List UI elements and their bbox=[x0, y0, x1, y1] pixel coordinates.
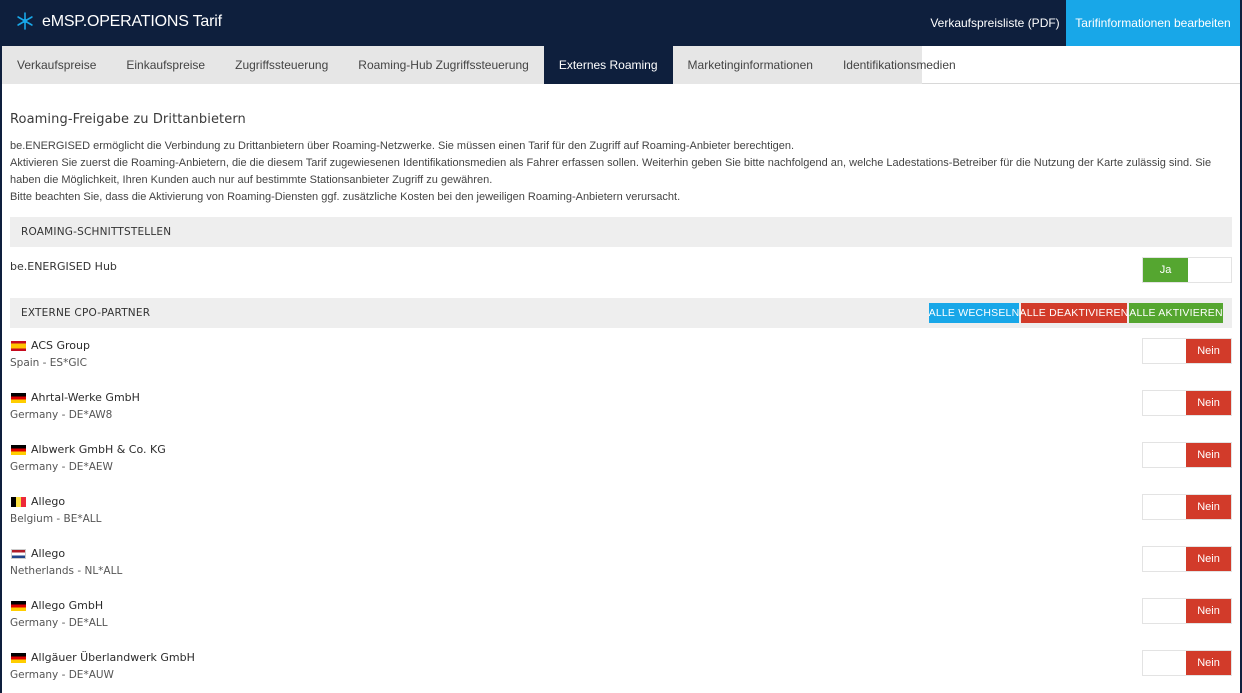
partner-name: Allego GmbH bbox=[31, 599, 104, 612]
partner-name: Allgäuer Überlandwerk GmbH bbox=[31, 651, 195, 664]
partner-name: Ahrtal-Werke GmbH bbox=[31, 391, 140, 404]
toggle-state-label: Nein bbox=[1186, 391, 1231, 415]
hub-toggle[interactable]: Ja bbox=[1142, 257, 1232, 283]
partner-toggle[interactable]: Nein bbox=[1142, 390, 1232, 416]
tab-roaming-hub-access[interactable]: Roaming-Hub Zugriffssteuerung bbox=[343, 46, 544, 84]
germany-flag-icon bbox=[11, 653, 26, 663]
partner-toggle[interactable]: Nein bbox=[1142, 650, 1232, 676]
description: be.ENERGISED ermöglicht die Verbindung z… bbox=[10, 138, 1232, 206]
partner-toggle[interactable]: Nein bbox=[1142, 338, 1232, 364]
cpo-partners-title: EXTERNE CPO-PARTNER bbox=[21, 307, 151, 319]
tab-bar: Verkaufspreise Einkaufspreise Zugriffsst… bbox=[2, 46, 1240, 84]
tab-marketing-info[interactable]: Marketinginformationen bbox=[673, 46, 828, 84]
partner-name: Allego bbox=[31, 495, 66, 508]
toggle-state-label: Nein bbox=[1186, 495, 1231, 519]
partner-country-id: Belgium - BE*ALL bbox=[10, 513, 102, 525]
partner-country-id: Germany - DE*AW8 bbox=[10, 409, 113, 421]
hub-label: be.ENERGISED Hub bbox=[10, 260, 117, 273]
partner-country-id: Germany - DE*AEW bbox=[10, 461, 113, 473]
tab-external-roaming[interactable]: Externes Roaming bbox=[543, 46, 673, 84]
spain-flag-icon bbox=[11, 341, 26, 351]
tab-access-control[interactable]: Zugriffssteuerung bbox=[220, 46, 343, 84]
partner-row: Allego GmbH Germany - DE*ALL Nein bbox=[10, 598, 1232, 651]
cpo-partners-header: EXTERNE CPO-PARTNER ALLE WECHSELN ALLE D… bbox=[10, 298, 1232, 328]
partner-row: Ahrtal-Werke GmbH Germany - DE*AW8 Nein bbox=[10, 390, 1232, 443]
tab-identification-media[interactable]: Identifikationsmedien bbox=[828, 46, 971, 84]
deactivate-all-button[interactable]: ALLE DEAKTIVIEREN bbox=[1019, 303, 1128, 323]
germany-flag-icon bbox=[11, 445, 26, 455]
belgium-flag-icon bbox=[11, 497, 26, 507]
partner-country-id: Spain - ES*GIC bbox=[10, 357, 87, 369]
partner-row: Allgäuer Überlandwerk GmbH Germany - DE*… bbox=[10, 650, 1232, 693]
partner-name: Albwerk GmbH & Co. KG bbox=[31, 443, 166, 456]
partner-name: Allego bbox=[31, 547, 66, 560]
roaming-interfaces-header: ROAMING-SCHNITTSTELLEN bbox=[10, 217, 1232, 247]
partner-row: Allego Netherlands - NL*ALL Nein bbox=[10, 546, 1232, 599]
germany-flag-icon bbox=[11, 601, 26, 611]
partner-toggle[interactable]: Nein bbox=[1142, 442, 1232, 468]
snowflake-logo-icon bbox=[17, 12, 33, 30]
description-line: Bitte beachten Sie, dass die Aktivierung… bbox=[10, 191, 681, 203]
toggle-state-label: Nein bbox=[1186, 599, 1231, 623]
toggle-state-label: Nein bbox=[1186, 651, 1231, 675]
tab-list: Verkaufspreise Einkaufspreise Zugriffsst… bbox=[2, 46, 956, 84]
partner-toggle[interactable]: Nein bbox=[1142, 494, 1232, 520]
partner-country-id: Germany - DE*ALL bbox=[10, 617, 108, 629]
tab-purchase-prices[interactable]: Einkaufspreise bbox=[111, 46, 220, 84]
description-line: be.ENERGISED ermöglicht die Verbindung z… bbox=[10, 140, 795, 152]
app-title: eMSP.OPERATIONS Tarif bbox=[42, 13, 222, 30]
toggle-state-label: Nein bbox=[1186, 443, 1231, 467]
partner-country-id: Netherlands - NL*ALL bbox=[10, 565, 123, 577]
section-title: Roaming-Freigabe zu Drittanbietern bbox=[10, 112, 246, 127]
activate-all-button[interactable]: ALLE AKTIVIEREN bbox=[1129, 303, 1223, 323]
toggle-state-label: Nein bbox=[1186, 547, 1231, 571]
edit-tariff-info-button[interactable]: Tarifinformationen bearbeiten bbox=[1066, 0, 1240, 46]
netherlands-flag-icon bbox=[11, 549, 26, 559]
partner-row: Allego Belgium - BE*ALL Nein bbox=[10, 494, 1232, 547]
toggle-state-label: Nein bbox=[1186, 339, 1231, 363]
description-line: Aktivieren Sie zuerst die Roaming-Anbiet… bbox=[10, 157, 1212, 186]
partner-toggle[interactable]: Nein bbox=[1142, 546, 1232, 572]
partner-name: ACS Group bbox=[31, 339, 90, 352]
toggle-all-button[interactable]: ALLE WECHSELN bbox=[929, 303, 1019, 323]
top-bar: eMSP.OPERATIONS Tarif Verkaufspreisliste… bbox=[2, 0, 1240, 46]
germany-flag-icon bbox=[11, 393, 26, 403]
toggle-state-label: Ja bbox=[1143, 258, 1188, 282]
partner-row: Albwerk GmbH & Co. KG Germany - DE*AEW N… bbox=[10, 442, 1232, 495]
partner-row: ACS Group Spain - ES*GIC Nein bbox=[10, 338, 1232, 391]
partner-country-id: Germany - DE*AUW bbox=[10, 669, 114, 681]
tab-sales-prices[interactable]: Verkaufspreise bbox=[2, 46, 111, 84]
partner-toggle[interactable]: Nein bbox=[1142, 598, 1232, 624]
price-list-pdf-button[interactable]: Verkaufspreisliste (PDF) bbox=[924, 0, 1066, 46]
